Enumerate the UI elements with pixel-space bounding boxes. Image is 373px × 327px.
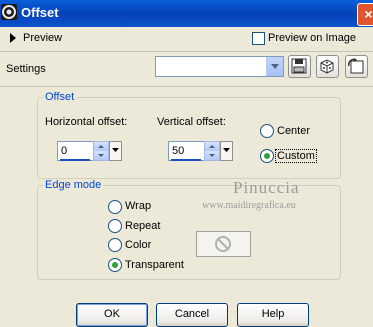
offset-custom-label[interactable]: Custom xyxy=(275,149,317,163)
preset-dropdown[interactable] xyxy=(155,56,284,77)
watermark-url: www.maidiregrafica.eu xyxy=(202,200,296,211)
preview-toggle-label[interactable]: Preview xyxy=(23,32,62,44)
save-preset-button[interactable] xyxy=(288,55,311,78)
watermark-name: Pinuccia xyxy=(233,178,300,197)
horizontal-offset-label: Horizontal offset: xyxy=(45,116,128,128)
settings-label: Settings xyxy=(6,63,46,75)
preview-on-image-label[interactable]: Preview on Image xyxy=(268,32,356,44)
close-icon: × xyxy=(364,6,373,22)
horizontal-offset-stepper[interactable]: 0 xyxy=(57,141,124,161)
preview-bar: Preview Preview on Image xyxy=(0,27,373,52)
offset-legend: Offset xyxy=(43,91,77,103)
vertical-menu-button[interactable] xyxy=(220,141,233,161)
no-color-icon xyxy=(215,236,231,252)
horizontal-offset-value: 0 xyxy=(61,145,68,157)
help-button[interactable]: Help xyxy=(237,303,309,327)
offset-group: Offset xyxy=(37,91,341,179)
horizontal-offset-input[interactable]: 0 xyxy=(57,141,94,161)
stepper-up-icon[interactable] xyxy=(205,142,219,151)
expand-arrow-icon[interactable] xyxy=(10,33,16,43)
edge-color-radio[interactable] xyxy=(108,238,122,252)
vertical-offset-stepper[interactable]: 50 xyxy=(168,141,235,161)
randomize-button[interactable] xyxy=(316,55,339,78)
edge-mode-legend: Edge mode xyxy=(43,179,104,191)
reset-icon xyxy=(348,58,364,74)
edge-wrap-radio[interactable] xyxy=(108,200,122,214)
ok-button[interactable]: OK xyxy=(76,303,148,327)
offset-custom-radio[interactable] xyxy=(260,149,274,163)
chevron-down-icon xyxy=(223,148,230,152)
edge-color-swatch[interactable] xyxy=(196,231,251,257)
edge-color-label[interactable]: Color xyxy=(125,239,151,251)
edge-transparent-label[interactable]: Transparent xyxy=(125,259,184,271)
stepper-down-icon[interactable] xyxy=(94,151,108,160)
edge-repeat-radio[interactable] xyxy=(108,219,122,233)
edge-wrap-label[interactable]: Wrap xyxy=(125,200,151,212)
horizontal-updown[interactable] xyxy=(93,141,109,161)
app-icon xyxy=(1,4,17,20)
edge-repeat-label[interactable]: Repeat xyxy=(125,220,160,232)
dice-icon xyxy=(320,59,334,74)
window-title: Offset xyxy=(21,5,59,20)
cancel-button[interactable]: Cancel xyxy=(156,303,228,327)
title-bar: Offset × xyxy=(0,0,373,27)
settings-row: Settings xyxy=(0,51,373,87)
stepper-up-icon[interactable] xyxy=(94,142,108,151)
reset-button[interactable] xyxy=(345,55,368,78)
horizontal-menu-button[interactable] xyxy=(109,141,122,161)
vertical-offset-value: 50 xyxy=(172,145,185,157)
close-button[interactable]: × xyxy=(357,3,373,26)
save-icon xyxy=(291,58,307,74)
offset-center-radio[interactable] xyxy=(260,124,274,138)
chevron-down-icon[interactable] xyxy=(266,57,283,76)
chevron-down-icon xyxy=(112,148,119,152)
edge-transparent-radio[interactable] xyxy=(108,258,122,272)
stepper-down-icon[interactable] xyxy=(205,151,219,160)
preview-on-image-checkbox[interactable] xyxy=(252,32,265,45)
offset-center-label[interactable]: Center xyxy=(277,125,310,137)
vertical-updown[interactable] xyxy=(204,141,220,161)
vertical-offset-label: Vertical offset: xyxy=(157,116,226,128)
vertical-offset-input[interactable]: 50 xyxy=(168,141,205,161)
